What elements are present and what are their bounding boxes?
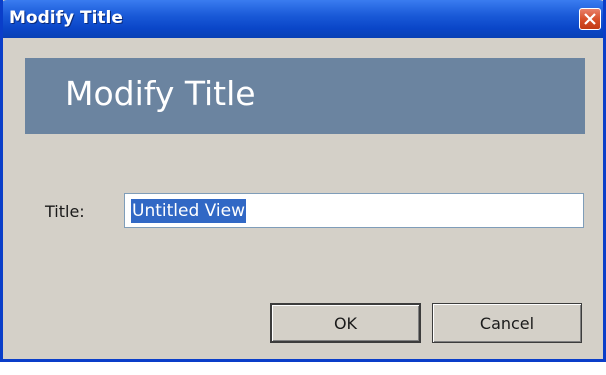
title-input-value: Untitled View <box>131 198 246 223</box>
ok-button[interactable]: OK <box>270 303 421 343</box>
title-bar[interactable]: Modify Title <box>3 0 603 38</box>
header-banner: Modify Title <box>25 58 585 134</box>
banner-heading: Modify Title <box>65 74 256 113</box>
cancel-button[interactable]: Cancel <box>432 303 582 343</box>
modify-title-dialog: Modify Title Modify Title Title: Untitle… <box>0 0 606 362</box>
close-icon <box>584 13 596 25</box>
title-input[interactable]: Untitled View <box>124 193 584 228</box>
title-field-label: Title: <box>45 202 85 221</box>
window-title: Modify Title <box>9 8 123 28</box>
close-button[interactable] <box>579 8 601 30</box>
